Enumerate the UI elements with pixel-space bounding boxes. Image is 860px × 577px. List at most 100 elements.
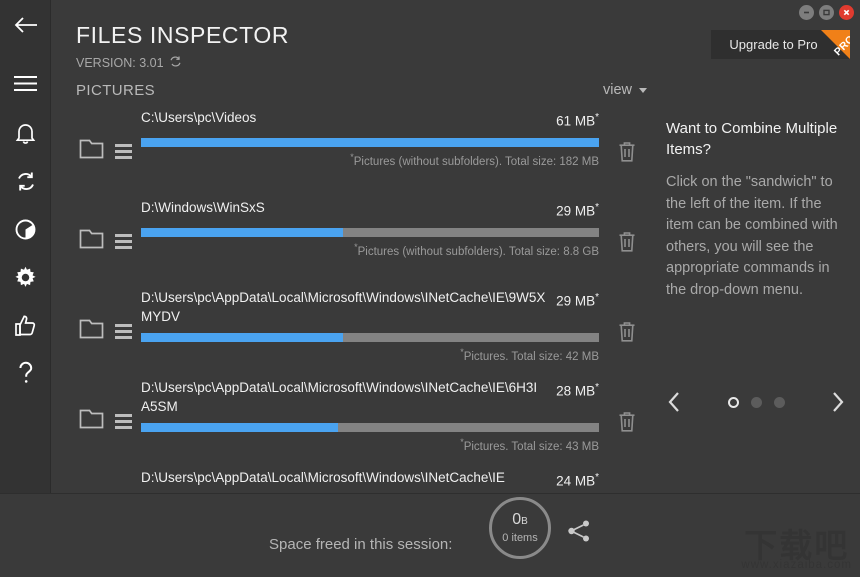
usage-bar	[141, 137, 599, 147]
file-row[interactable]: C:\Users\pc\Videos 61 MB* *Pictures (witho…	[51, 108, 651, 198]
sandwich-menu-icon[interactable]	[115, 143, 132, 159]
sidebar-item-help[interactable]	[0, 353, 51, 393]
usage-bar-fill	[141, 423, 338, 432]
sidebar-item-settings[interactable]	[0, 257, 51, 297]
version-label: VERSION: 3.01	[76, 56, 164, 70]
path-line: D:\Users\pc\AppData\Local\Microsoft\Wind…	[141, 288, 599, 326]
usage-bar	[141, 333, 599, 342]
upgrade-to-pro-button[interactable]: Upgrade to Pro PRO	[711, 30, 850, 59]
row-main: D:\Users\pc\AppData\Local\Microsoft\Wind…	[141, 378, 599, 453]
folder-icon[interactable]	[79, 138, 104, 164]
page-title: FILES INSPECTOR	[76, 22, 290, 48]
space-freed-label: Space freed in this session:	[269, 536, 453, 553]
row-icons	[79, 138, 132, 164]
file-size: 29 MB*	[556, 292, 599, 309]
delete-icon[interactable]	[617, 320, 637, 348]
folder-icon[interactable]	[79, 408, 104, 434]
tip-body: Click on the "sandwich" to the left of t…	[666, 174, 838, 298]
path-line: D:\Users\pc\AppData\Local\Microsoft\Wind…	[141, 468, 599, 491]
folder-icon[interactable]	[79, 228, 104, 254]
file-row[interactable]: D:\Windows\WinSxS 29 MB* *Pictures (withou…	[51, 198, 651, 288]
path-line: C:\Users\pc\Videos 61 MB*	[141, 108, 599, 131]
file-note: *Pictures (without subfolders). Total si…	[350, 151, 599, 168]
file-path: C:\Users\pc\Videos	[141, 110, 257, 125]
pagination-dot[interactable]	[773, 396, 785, 408]
freed-unit: B	[521, 516, 528, 527]
file-note-text: Pictures. Total size: 42 MB	[463, 350, 599, 363]
sidebar-item-feedback[interactable]	[0, 305, 51, 345]
sidebar-item-back[interactable]	[0, 0, 51, 50]
space-freed-indicator: 0B 0 items	[489, 497, 551, 559]
delete-icon[interactable]	[617, 140, 637, 168]
space-freed-items: 0 items	[502, 532, 538, 544]
usage-bar-separator	[349, 227, 352, 237]
pagination-dots	[727, 396, 785, 408]
file-size: 24 MB*	[556, 472, 599, 489]
file-path: D:\Users\pc\AppData\Local\Microsoft\Wind…	[141, 470, 505, 485]
back-arrow-icon	[13, 15, 39, 35]
file-note: *Pictures (without subfolders). Total si…	[354, 241, 599, 258]
file-note: *Pictures. Total size: 43 MB	[460, 437, 599, 453]
sidebar-item-refresh[interactable]	[0, 161, 51, 201]
usage-bar-fill	[141, 137, 599, 147]
row-icons	[79, 318, 132, 344]
file-size-value: 61 MB	[556, 113, 596, 129]
file-row[interactable]: D:\Users\pc\AppData\Local\Microsoft\Wind…	[51, 378, 651, 468]
pagination-dot[interactable]	[750, 396, 762, 408]
pagination-dot[interactable]	[727, 396, 739, 408]
minimize-button[interactable]	[799, 5, 814, 20]
usage-bar-fill	[141, 227, 343, 237]
file-size-value: 29 MB	[556, 203, 596, 219]
sandwich-menu-icon[interactable]	[115, 233, 132, 249]
file-size-value: 24 MB	[556, 473, 596, 489]
view-dropdown[interactable]: view	[603, 82, 647, 98]
hamburger-icon	[13, 75, 38, 92]
close-button[interactable]	[839, 5, 854, 20]
freed-number: 0	[512, 511, 522, 528]
section-title: PICTURES	[76, 82, 156, 99]
file-note-text: Pictures (without subfolders). Total siz…	[357, 245, 599, 258]
row-icons	[79, 408, 132, 434]
chevron-down-icon	[639, 87, 647, 93]
pagination-next-button[interactable]	[830, 390, 846, 414]
window-controls	[799, 5, 854, 20]
file-note-text: Pictures (without subfolders). Total siz…	[353, 155, 599, 168]
file-size: 29 MB*	[556, 202, 599, 219]
sidebar-item-menu[interactable]	[0, 63, 51, 103]
path-line: D:\Users\pc\AppData\Local\Microsoft\Wind…	[141, 378, 599, 416]
row-main: C:\Users\pc\Videos 61 MB* *Pictures (witho…	[141, 108, 599, 167]
sidebar-item-analysis[interactable]	[0, 209, 51, 249]
file-path: D:\Users\pc\AppData\Local\Microsoft\Wind…	[141, 290, 546, 324]
tip-panel: Want to Combine Multiple Items? Click on…	[666, 118, 851, 301]
tip-title: Want to Combine Multiple Items?	[666, 120, 838, 158]
footer: Space freed in this session:	[0, 493, 860, 577]
version-row: VERSION: 3.01	[76, 55, 289, 71]
upgrade-label: Upgrade to Pro	[729, 37, 818, 52]
watermark-main: 下载吧	[744, 527, 850, 564]
file-size-value: 28 MB	[556, 383, 596, 399]
refresh-icon	[15, 170, 37, 193]
folder-icon[interactable]	[79, 318, 104, 344]
title-block: FILES INSPECTOR VERSION: 3.01	[76, 22, 289, 71]
check-updates-icon[interactable]	[169, 55, 182, 71]
path-line: D:\Windows\WinSxS 29 MB*	[141, 198, 599, 221]
bell-icon	[15, 122, 36, 145]
view-label: view	[602, 82, 632, 98]
sandwich-menu-icon[interactable]	[115, 413, 132, 429]
file-size: 61 MB*	[556, 112, 599, 129]
sidebar-item-notifications[interactable]	[0, 113, 51, 153]
sandwich-menu-icon[interactable]	[115, 323, 132, 339]
usage-bar-fill	[141, 333, 343, 342]
file-row[interactable]: D:\Users\pc\AppData\Local\Microsoft\Wind…	[51, 288, 651, 378]
watermark-sub: www.xiazaiba.com	[741, 559, 852, 571]
delete-icon[interactable]	[617, 410, 637, 438]
pagination-prev-button[interactable]	[666, 390, 682, 414]
maximize-button[interactable]	[819, 5, 834, 20]
share-icon[interactable]	[566, 518, 592, 549]
file-path: D:\Windows\WinSxS	[141, 200, 265, 215]
watermark: 下载吧 www.xiazaiba.com	[741, 527, 852, 572]
space-freed-value: 0B	[512, 512, 528, 530]
delete-icon[interactable]	[617, 230, 637, 258]
thumbs-up-icon	[14, 314, 37, 337]
file-row[interactable]: D:\Users\pc\AppData\Local\Microsoft\Wind…	[51, 468, 651, 493]
